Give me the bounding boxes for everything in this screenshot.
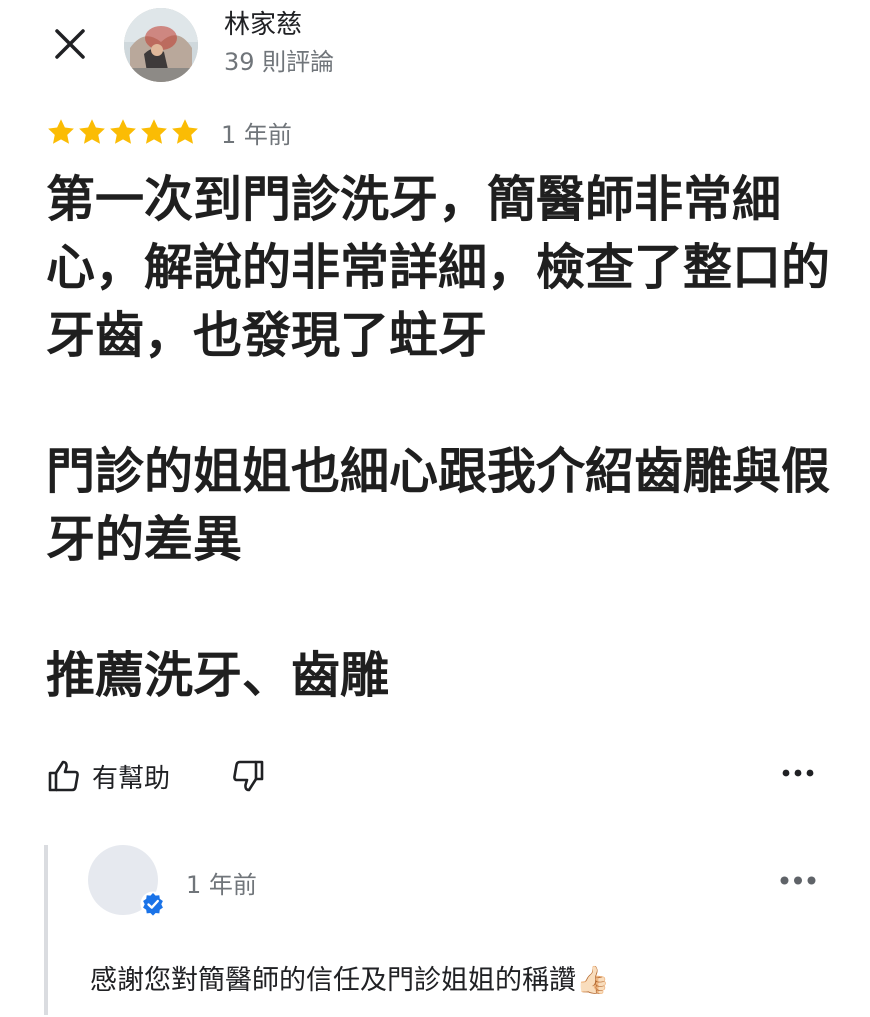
reviewer-name[interactable]: 林家慈 <box>224 8 302 42</box>
star-icon <box>172 119 198 144</box>
owner-reply: 1 年前 感謝您對簡醫師的信任及門診姐姐的稱讚👍🏻 <box>44 845 838 1015</box>
review-more-button[interactable] <box>778 758 818 788</box>
review-paragraph: 推薦洗牙、齒雕 <box>46 647 390 704</box>
star-icon <box>110 119 136 144</box>
star-icon <box>141 119 167 144</box>
close-button[interactable] <box>48 22 92 66</box>
helpful-button[interactable]: 有幫助 <box>46 758 170 795</box>
star-icon <box>79 119 105 144</box>
review-time: 1 年前 <box>221 120 292 149</box>
more-horizontal-icon <box>780 876 816 884</box>
thumbs-down-icon <box>233 760 264 792</box>
reply-more-button[interactable] <box>778 865 818 895</box>
not-helpful-button[interactable] <box>230 758 266 794</box>
rating-row: 1 年前 <box>46 115 292 149</box>
close-icon <box>55 29 85 59</box>
review-actions: 有幫助 <box>46 748 266 804</box>
star-rating <box>46 117 201 147</box>
review-paragraph: 門診的姐姐也細心跟我介紹齒雕與假牙的差異 <box>46 443 831 568</box>
thumbs-up-icon <box>48 760 79 792</box>
helpful-label: 有幫助 <box>92 763 171 794</box>
reply-time: 1 年前 <box>186 871 257 899</box>
review-paragraph: 第一次到門診洗牙，簡醫師非常細心，解說的非常詳細，檢查了整口的牙齒，也發現了蛀牙 <box>46 171 831 364</box>
avatar-photo <box>124 8 198 82</box>
review-count: 39 則評論 <box>224 48 335 76</box>
review-text: 第一次到門診洗牙，簡醫師非常細心，解說的非常詳細，檢查了整口的牙齒，也發現了蛀牙… <box>46 166 836 778</box>
review-detail-page: 林家慈 39 則評論 1 年前 第一次到門診洗牙，簡醫師非常細心，解說的非常詳細… <box>0 0 870 1017</box>
reviewer-avatar[interactable] <box>124 8 198 82</box>
more-horizontal-icon <box>782 769 814 777</box>
verified-badge-icon <box>140 891 166 917</box>
reply-text: 感謝您對簡醫師的信任及門診姐姐的稱讚👍🏻 <box>90 965 610 996</box>
star-icon <box>48 119 74 144</box>
